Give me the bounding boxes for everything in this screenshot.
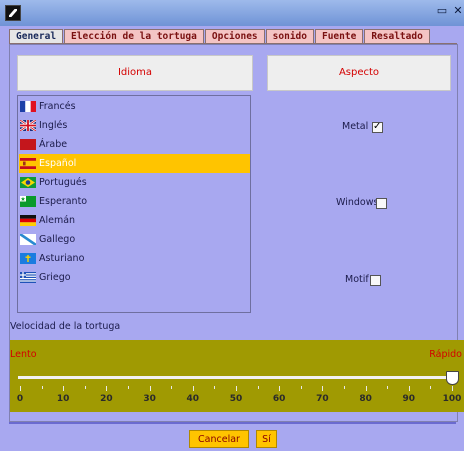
tab-sonido[interactable]: sonido: [265, 29, 314, 44]
slider-minor-tick: [41, 386, 43, 389]
metal-label: Metal: [342, 121, 369, 132]
slider-tick: [106, 386, 108, 391]
motif-checkbox[interactable]: [370, 275, 381, 286]
language-label: Asturiano: [39, 253, 85, 264]
language-label: Inglés: [39, 120, 68, 131]
language-label: Esperanto: [39, 196, 88, 207]
tab-resaltado[interactable]: Resaltado: [364, 29, 430, 44]
slider-tick-label: 40: [186, 394, 200, 404]
language-label: Francés: [39, 101, 76, 112]
app-icon: [5, 5, 21, 21]
speed-slider[interactable]: Lento Rápido 0 10 20 30 40 50 60 70 80 90 100: [10, 340, 464, 412]
slider-tick-label: 90: [402, 394, 416, 404]
language-label: Alemán: [39, 215, 76, 226]
minimize-button[interactable]: ▭: [436, 5, 448, 17]
language-label: Árabe: [39, 139, 68, 150]
language-label: Portugués: [39, 177, 87, 188]
flag-asturias-icon: [20, 253, 36, 264]
language-item-aleman[interactable]: Alemán: [19, 211, 250, 230]
language-item-espanol[interactable]: Español: [19, 154, 250, 173]
flag-france-icon: [20, 101, 36, 112]
flag-galicia-icon: [20, 234, 36, 245]
language-item-arabe[interactable]: Árabe: [19, 135, 250, 154]
slider-tick-label: 50: [229, 394, 243, 404]
language-item-griego[interactable]: Griego: [19, 268, 250, 287]
slider-tick: [236, 386, 237, 391]
slider-minor-tick: [344, 386, 345, 389]
slider-tick-label: 80: [359, 394, 372, 404]
slider-thumb[interactable]: [446, 371, 459, 385]
aspecto-header: Aspecto: [267, 55, 451, 91]
slider-tick: [452, 386, 453, 391]
flag-brazil-icon: [20, 177, 36, 188]
tab-eleccion-tortuga[interactable]: Elección de la tortuga: [64, 29, 204, 44]
slider-tick-label: 100: [442, 394, 462, 404]
flag-arabic-icon: [20, 139, 36, 150]
language-item-gallego[interactable]: Gallego: [19, 230, 250, 249]
bottom-divider: [9, 422, 456, 424]
slider-minor-tick: [387, 386, 389, 389]
slider-minor-tick: [430, 386, 432, 389]
language-item-portugues[interactable]: Portugués: [19, 173, 250, 192]
slider-minor-tick: [300, 386, 302, 389]
slider-tick: [322, 386, 324, 391]
windows-label: Windows: [336, 197, 379, 208]
flag-germany-icon: [20, 215, 36, 226]
language-item-ingles[interactable]: Inglés: [19, 116, 250, 135]
fast-label: Rápido: [429, 349, 462, 360]
language-label: Gallego: [39, 234, 76, 245]
metal-checkbox[interactable]: [372, 120, 383, 134]
motif-label: Motif: [345, 274, 369, 285]
slider-tick-label: 30: [143, 394, 156, 404]
language-item-frances[interactable]: Francés: [19, 97, 250, 116]
language-label: Griego: [39, 272, 71, 283]
language-list[interactable]: Francés Inglés Árabe Español Portugués E…: [17, 95, 251, 313]
tab-bar: General Elección de la tortuga Opciones …: [9, 29, 431, 45]
title-bar: ▭ ✕: [0, 0, 464, 26]
slider-tick: [63, 386, 65, 391]
slider-tick-label: 70: [316, 394, 329, 404]
metal-option[interactable]: Metal: [342, 120, 383, 134]
close-button[interactable]: ✕: [452, 5, 464, 17]
flag-uk-icon: [20, 120, 36, 131]
motif-option[interactable]: Motif: [345, 273, 381, 287]
tab-opciones[interactable]: Opciones: [204, 29, 265, 44]
slider-tick-label: 20: [100, 394, 113, 404]
slider-tick-label: 10: [56, 394, 70, 404]
slider-tick: [408, 386, 410, 391]
windows-checkbox[interactable]: [376, 198, 387, 209]
cancel-button[interactable]: Cancelar: [189, 430, 249, 448]
speed-label: Velocidad de la tortuga: [10, 321, 121, 332]
ok-button[interactable]: Sí: [256, 430, 277, 448]
windows-option[interactable]: Windows: [336, 196, 387, 210]
slider-tick: [20, 386, 21, 391]
language-item-esperanto[interactable]: Esperanto: [19, 192, 250, 211]
slow-label: Lento: [10, 349, 37, 360]
flag-spain-icon: [20, 158, 36, 169]
tab-fuente[interactable]: Fuente: [314, 29, 364, 44]
slider-tick: [149, 386, 151, 391]
slider-minor-tick: [171, 386, 173, 389]
slider-tick-label: 0: [16, 394, 24, 404]
language-label: Español: [39, 158, 77, 169]
slider-minor-tick: [128, 386, 129, 389]
slider-minor-tick: [257, 386, 259, 389]
slider-tick-label: 60: [272, 394, 286, 404]
slider-tick: [365, 386, 367, 391]
flag-greece-icon: [20, 272, 36, 283]
flag-esperanto-icon: [20, 196, 36, 207]
slider-track[interactable]: [18, 376, 454, 379]
language-item-asturiano[interactable]: Asturiano: [19, 249, 250, 268]
slider-minor-tick: [214, 386, 216, 389]
slider-minor-tick: [84, 386, 86, 389]
slider-tick: [192, 386, 194, 391]
idioma-header: Idioma: [17, 55, 253, 91]
slider-tick: [279, 386, 281, 391]
